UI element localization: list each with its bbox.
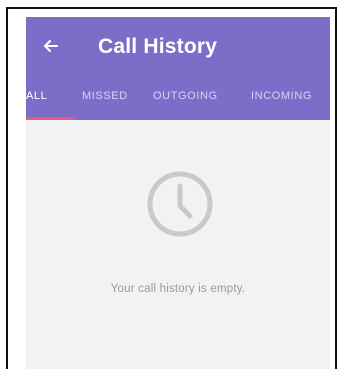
tab-indicator xyxy=(26,117,76,120)
tab-outgoing[interactable]: OUTGOING xyxy=(153,90,218,102)
tab-missed[interactable]: MISSED xyxy=(82,90,128,102)
app-bar: Call History ALL MISSED OUTGOING INCOMIN… xyxy=(26,17,330,120)
page-title: Call History xyxy=(98,35,218,58)
back-button[interactable] xyxy=(34,31,68,65)
call-history-screen: Call History ALL MISSED OUTGOING INCOMIN… xyxy=(26,17,330,369)
arrow-left-icon xyxy=(42,37,60,60)
empty-state-message: Your call history is empty. xyxy=(110,283,246,295)
tab-incoming[interactable]: INCOMING xyxy=(251,90,312,102)
tab-all[interactable]: ALL xyxy=(26,90,47,102)
clock-icon xyxy=(144,168,216,240)
tab-bar: ALL MISSED OUTGOING INCOMING xyxy=(26,80,330,120)
